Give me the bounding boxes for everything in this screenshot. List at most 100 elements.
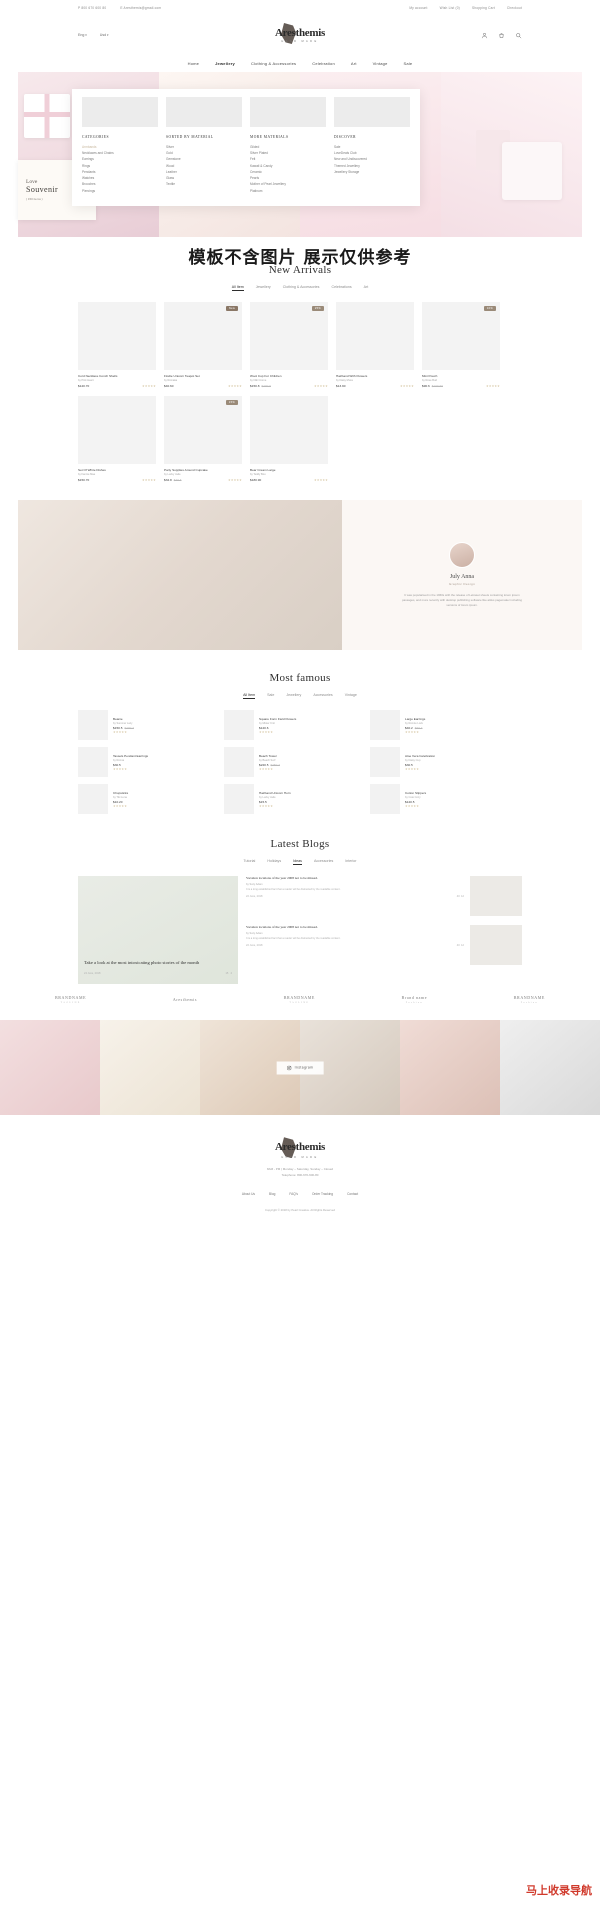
instagram-tile-5[interactable]	[400, 1020, 500, 1116]
instagram-tile-1[interactable]	[0, 1020, 100, 1116]
nav-item-home[interactable]: Home	[188, 61, 199, 66]
blog-card[interactable]: Vacation locations of the year 2008 not …	[246, 925, 522, 966]
footer-logo[interactable]: Aresthemis	[275, 1141, 325, 1153]
brand-logo-1[interactable]: BRANDNAME TAGLINE	[55, 995, 86, 1004]
site-logo[interactable]: Aresthemis HAND MADE	[275, 27, 325, 43]
product-card[interactable]: 15% Party Supplies Around Cupcake by Lucky…	[164, 396, 242, 482]
famous-item-image[interactable]	[370, 710, 400, 741]
famous-item[interactable]: Beach Towel by Beach Surf $220.5 $250.7 ★★★★…	[224, 747, 363, 778]
product-card[interactable]: Cord Necklace Conch Shells by Pink Heart $…	[78, 302, 156, 388]
famous-item[interactable]: Tassels Pendant Earrings by Ronna $30.5 ★★★…	[78, 747, 217, 778]
language-selector[interactable]: Eng	[78, 33, 87, 37]
blog-featured-card[interactable]: Take a look at the most intoxicating pho…	[78, 876, 238, 985]
product-image[interactable]	[250, 396, 328, 465]
product-image[interactable]: New	[164, 302, 242, 370]
footer-link-blog[interactable]: Blog	[269, 1192, 275, 1196]
footer-link-contact[interactable]: Contact	[347, 1192, 358, 1196]
currency-selector[interactable]: Usd	[100, 33, 109, 37]
product-card[interactable]: Set Of White Dishes by Fannie Mae $150.70 ★…	[78, 396, 156, 482]
topbar-link-checkout[interactable]: Checkout	[507, 6, 522, 10]
tab-art[interactable]: Art	[364, 285, 369, 291]
instagram-tile-2[interactable]	[100, 1020, 200, 1116]
nav-item-celebration[interactable]: Celebration	[312, 61, 335, 66]
blog-tab-holidays[interactable]: Holidays	[267, 859, 281, 865]
famous-tab-jewellery[interactable]: Jewellery	[286, 693, 301, 699]
famous-item-image[interactable]	[78, 710, 108, 741]
megamenu-link-jewellery-storage[interactable]: Jewellery Storage	[334, 169, 410, 175]
megamenu-thumb-3[interactable]	[250, 97, 326, 127]
product-price: $180.90	[250, 478, 262, 483]
brand-logo-5[interactable]: BRANDNAME Fashion	[514, 995, 545, 1004]
famous-item[interactable]: Hairband Unicorn Horn by Lucky Jade $15.5 ★…	[224, 784, 363, 815]
user-icon[interactable]	[481, 32, 488, 39]
famous-item-image[interactable]	[78, 784, 108, 815]
tab-celebrations[interactable]: Celebrations	[331, 285, 351, 291]
blog-card-image[interactable]	[470, 925, 522, 966]
megamenu-link-textile[interactable]: Textile	[166, 181, 242, 187]
megamenu-link-platinum[interactable]: Platinum	[250, 188, 326, 194]
famous-item[interactable]: Aloe Vera Celebration by Daisy Cup $30.5 ★★…	[370, 747, 509, 778]
famous-item-image[interactable]	[224, 747, 254, 778]
topbar-link-shopping-cart[interactable]: Shopping Cart	[472, 6, 495, 10]
topbar-link-my-account[interactable]: My account	[409, 6, 427, 10]
nav-item-clothing-accessories[interactable]: Clothing & Accessories	[251, 61, 296, 66]
blog-card[interactable]: Vacation locations of the year 2008 not …	[246, 876, 522, 917]
product-rating: ★★★★★	[141, 384, 156, 389]
famous-tab-sale[interactable]: Sale	[267, 693, 274, 699]
product-image[interactable]	[78, 396, 156, 465]
product-card[interactable]: New Flodte Unicorn Teapot Set by Romaka $40…	[164, 302, 242, 388]
nav-item-vintage[interactable]: Vintage	[373, 61, 388, 66]
famous-item-rating: ★★★★★	[259, 729, 274, 734]
famous-item[interactable]: Chopsticks by Tiki Luna $10.20 ★★★★★	[78, 784, 217, 815]
megamenu-thumb-2[interactable]	[166, 97, 242, 127]
famous-item-image[interactable]	[224, 784, 254, 815]
blog-card-image[interactable]	[470, 876, 522, 917]
famous-item-image[interactable]	[370, 784, 400, 815]
famous-item-image[interactable]	[370, 747, 400, 778]
product-image[interactable]	[336, 302, 414, 370]
nav-item-art[interactable]: Art	[351, 61, 357, 66]
brand-logo-3[interactable]: BRANDNAME TAGLINE	[284, 995, 315, 1004]
famous-item-image[interactable]	[224, 710, 254, 741]
famous-item[interactable]: Large Earrings by Ronnie Lock $40.2 $60.4 ★★…	[370, 710, 509, 741]
product-card[interactable]: Hairband With Flowers by Daisy Muss $13.90…	[336, 302, 414, 388]
footer-link-order-tracking[interactable]: Order Tracking	[312, 1192, 333, 1196]
instagram-badge[interactable]: Instagram	[276, 1061, 324, 1075]
megamenu-thumb-4[interactable]	[334, 97, 410, 127]
blog-tab-accessories[interactable]: Accessories	[314, 859, 333, 865]
topbar-phone: P 800 670 600 80	[78, 5, 107, 10]
product-card[interactable]: 10% Mini Pouch by Rose Bud $90.6 $100.60 ★★★★…	[422, 302, 500, 388]
topbar-link-wish-list[interactable]: Wish List (0)	[440, 6, 460, 10]
footer-link-faqs[interactable]: FAQ's	[289, 1192, 298, 1196]
famous-tab-all-item[interactable]: All Item	[243, 693, 256, 700]
product-image[interactable]: 10%	[422, 302, 500, 370]
megamenu-link-piercings[interactable]: Piercings	[82, 188, 158, 194]
famous-tab-accessories[interactable]: Accessories	[313, 693, 332, 699]
product-card[interactable]: 25% Wool Cup For Children by Niki Crome $15…	[250, 302, 328, 388]
blog-tab-ideas[interactable]: Ideas	[293, 859, 302, 866]
product-card[interactable]: Bear Cream Large by Teddy Boo $180.90 ★★★★★	[250, 396, 328, 482]
nav-item-sale[interactable]: Sale	[404, 61, 413, 66]
product-image[interactable]	[78, 302, 156, 370]
instagram-tile-6[interactable]	[500, 1020, 600, 1116]
blog-tab-tutorial[interactable]: Tutorial	[243, 859, 255, 865]
product-image[interactable]: 15%	[164, 396, 242, 465]
nav-item-jewellery[interactable]: Jewellery	[215, 61, 235, 66]
famous-item[interactable]: Square Form Field Flowers by Mister Knit $…	[224, 710, 363, 741]
footer-link-about-us[interactable]: About Us	[242, 1192, 255, 1196]
brand-logo-2[interactable]: Aresthemis	[173, 997, 197, 1002]
cart-icon[interactable]	[498, 32, 505, 39]
famous-item[interactable]: Cotton Slippers by Cute Cozy $120.5 ★★★★★	[370, 784, 509, 815]
tab-all-item[interactable]: All Item	[231, 285, 244, 291]
famous-tab-vintage[interactable]: Vintage	[345, 693, 357, 699]
brand-logo-4[interactable]: Brand name Fashion	[402, 995, 427, 1004]
product-image[interactable]: 25%	[250, 302, 328, 370]
famous-item-image[interactable]	[78, 747, 108, 778]
blog-tab-interior[interactable]: Interior	[345, 859, 356, 865]
famous-item[interactable]: Beanie by Summer Lazy $150.5 $200.7 ★★★★★	[78, 710, 217, 741]
megamenu-thumb-1[interactable]	[82, 97, 158, 127]
search-icon[interactable]	[515, 32, 522, 39]
blog-card-author: by Suzy Adam	[246, 931, 263, 935]
tab-jewellery[interactable]: Jewellery	[256, 285, 271, 291]
tab-clothing-accessories[interactable]: Clothing & Accessories	[283, 285, 320, 291]
